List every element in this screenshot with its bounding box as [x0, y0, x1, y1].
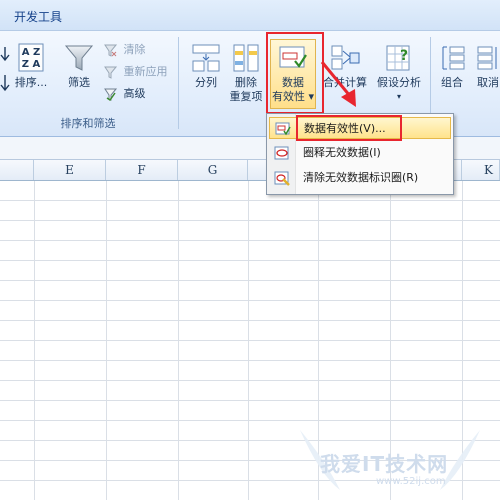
red-arrow-annotation [320, 61, 356, 107]
